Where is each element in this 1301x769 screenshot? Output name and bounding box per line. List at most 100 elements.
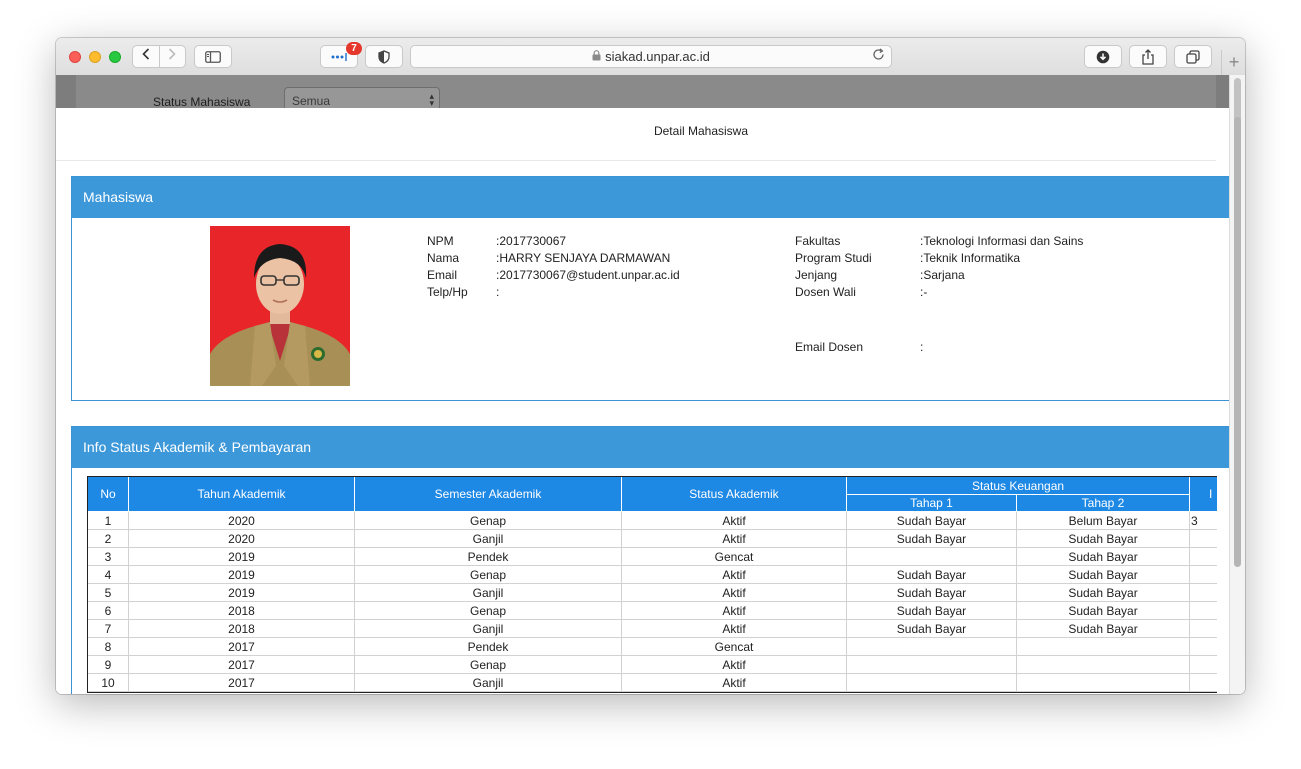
cell-tahap2: Sudah Bayar: [1015, 529, 1191, 548]
cell-status: Gencat: [621, 637, 847, 656]
cell-status: Gencat: [621, 547, 847, 566]
extension-badge: 7: [346, 42, 362, 55]
table-row: 2 2020 Ganjil Aktif Sudah Bayar Sudah Ba…: [87, 529, 1217, 548]
cell-status: Aktif: [621, 673, 847, 692]
new-tab-button[interactable]: +: [1221, 50, 1245, 75]
field-label: Email: [427, 268, 458, 282]
student-panel: Mahasiswa NPM:2017730067 Nama:HARRY SE…: [71, 176, 1231, 401]
shield-icon: [378, 49, 390, 64]
cell-extra: [1189, 565, 1217, 584]
cell-semester: Genap: [354, 601, 622, 620]
field-value: :2017730067@student.unpar.ac.id: [496, 268, 680, 282]
table-row: 4 2019 Genap Aktif Sudah Bayar Sudah Bay…: [87, 565, 1217, 584]
student-panel-title: Mahasiswa: [72, 177, 1230, 218]
cell-no: 2: [87, 529, 129, 548]
privacy-button[interactable]: [365, 45, 403, 68]
col-header-semester: Semester Akademik: [354, 476, 622, 512]
background-page-overlay: Status Mahasiswa Semua ▴ ▾: [56, 75, 1245, 111]
cell-no: 7: [87, 619, 129, 638]
cell-status: Aktif: [621, 601, 847, 620]
table-row: 3 2019 Pendek Gencat Sudah Bayar: [87, 547, 1217, 566]
cell-tahap2: Sudah Bayar: [1015, 601, 1191, 620]
cell-status: Aktif: [621, 565, 847, 584]
cell-extra: [1189, 601, 1217, 620]
cell-tahap2: [1015, 637, 1191, 656]
table-row: 6 2018 Genap Aktif Sudah Bayar Sudah Bay…: [87, 601, 1217, 620]
share-button[interactable]: [1129, 45, 1167, 68]
cell-extra: [1189, 583, 1217, 602]
download-icon: [1096, 50, 1110, 63]
table-row: 9 2017 Genap Aktif: [87, 655, 1217, 674]
plus-icon: +: [1228, 52, 1240, 72]
cell-extra: [1189, 529, 1217, 548]
chevron-right-icon: [169, 48, 176, 60]
modal-scroll-thumb[interactable]: [1234, 117, 1241, 567]
cell-status: Aktif: [621, 655, 847, 674]
cell-status: Aktif: [621, 619, 847, 638]
col-header-tahap1: Tahap 1: [846, 494, 1017, 512]
page-scrollbar[interactable]: [1229, 75, 1245, 694]
forward-button[interactable]: [160, 46, 186, 67]
back-button[interactable]: [133, 46, 160, 67]
cell-semester: Genap: [354, 565, 622, 584]
table-row: 7 2018 Ganjil Aktif Sudah Bayar Sudah Ba…: [87, 619, 1217, 638]
cell-tahun: 2019: [128, 565, 355, 584]
modal-title: Detail Mahasiswa: [653, 124, 749, 138]
lock-icon: [592, 50, 601, 64]
field-label: Email Dosen: [795, 340, 864, 354]
cell-tahap1: Sudah Bayar: [846, 601, 1017, 620]
zoom-window-button[interactable]: [109, 51, 121, 63]
navigation-buttons: [132, 45, 186, 68]
field-value: :Sarjana: [920, 268, 965, 282]
cell-semester: Pendek: [354, 637, 622, 656]
cell-no: 5: [87, 583, 129, 602]
status-filter-label: Status Mahasiswa: [153, 95, 251, 109]
field-value: :Teknik Informatika: [920, 251, 1021, 265]
col-header-tahun: Tahun Akademik: [128, 476, 355, 512]
cell-no: 3: [87, 547, 129, 566]
cell-tahap2: [1015, 655, 1191, 674]
cell-tahun: 2017: [128, 637, 355, 656]
minimize-window-button[interactable]: [89, 51, 101, 63]
share-icon: [1142, 48, 1154, 65]
close-window-button[interactable]: [69, 51, 81, 63]
cell-no: 4: [87, 565, 129, 584]
field-label: Telp/Hp: [427, 285, 468, 299]
tab-overview-button[interactable]: [1174, 45, 1212, 68]
cell-tahun: 2019: [128, 583, 355, 602]
field-label: NPM: [427, 234, 454, 248]
modal-header: Detail Mahasiswa: [56, 108, 1216, 161]
cell-tahun: 2020: [128, 529, 355, 548]
cell-semester: Ganjil: [354, 583, 622, 602]
cell-semester: Ganjil: [354, 673, 622, 692]
select-arrows-icon: ▴ ▾: [429, 91, 434, 108]
cell-tahap2: Sudah Bayar: [1015, 565, 1191, 584]
tabs-icon: [1186, 49, 1200, 64]
student-photo: [210, 226, 350, 386]
field-value: :: [920, 340, 924, 354]
cell-no: 1: [87, 511, 129, 530]
table-row: 5 2019 Ganjil Aktif Sudah Bayar Sudah Ba…: [87, 583, 1217, 602]
cell-tahap1: Sudah Bayar: [846, 619, 1017, 638]
table-row: 1 2020 Genap Aktif Sudah Bayar Belum Bay…: [87, 511, 1217, 530]
cell-no: 9: [87, 655, 129, 674]
col-header-tahap2: Tahap 2: [1015, 494, 1191, 512]
field-label: Dosen Wali: [795, 285, 856, 299]
cell-no: 8: [87, 637, 129, 656]
browser-toolbar: 7 siakad.unpar.ac.id +: [56, 38, 1245, 76]
sidebar-toggle-button[interactable]: [194, 45, 232, 68]
cell-semester: Pendek: [354, 547, 622, 566]
password-manager-icon: [331, 52, 347, 61]
address-bar[interactable]: siakad.unpar.ac.id: [410, 45, 892, 68]
detail-modal: Detail Mahasiswa Mahasiswa NPM:20177300…: [56, 108, 1231, 694]
cell-tahap1: [846, 673, 1017, 692]
cell-tahap2: [1015, 673, 1191, 692]
reload-icon[interactable]: [872, 48, 885, 64]
status-filter-value: Semua: [292, 94, 331, 108]
cell-tahap2: Sudah Bayar: [1015, 583, 1191, 602]
cell-semester: Ganjil: [354, 529, 622, 548]
cell-semester: Genap: [354, 655, 622, 674]
downloads-button[interactable]: [1084, 45, 1122, 68]
academic-status-table-container: No Tahun Akademik Semester Akademik Stat…: [87, 476, 1217, 694]
table-row: 10 2017 Ganjil Aktif: [87, 673, 1217, 692]
